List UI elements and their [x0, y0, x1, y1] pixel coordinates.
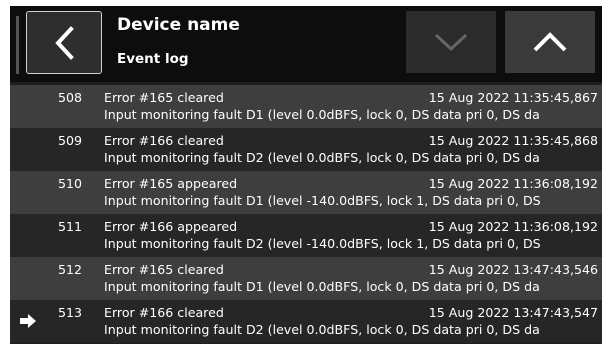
event-log-screen: Device name Event log 508 Error #165 cle… — [10, 6, 602, 344]
event-timestamp: 15 Aug 2022 11:36:08,192 — [428, 176, 598, 191]
chevron-left-icon — [55, 25, 74, 60]
log-row[interactable]: 508 Error #165 cleared 15 Aug 2022 11:35… — [10, 85, 602, 128]
event-timestamp: 15 Aug 2022 11:36:08,192 — [428, 219, 598, 234]
event-number: 512 — [58, 262, 83, 277]
event-timestamp: 15 Aug 2022 13:47:43,546 — [428, 262, 598, 277]
log-row[interactable]: 511 Error #166 appeared 15 Aug 2022 11:3… — [10, 214, 602, 257]
scroll-down-button[interactable] — [406, 11, 496, 73]
event-description: Input monitoring fault D2 (level 0.0dBFS… — [104, 322, 540, 337]
device-name-title: Device name — [117, 15, 240, 35]
page-subtitle: Event log — [117, 51, 189, 67]
event-number: 510 — [58, 176, 83, 191]
event-timestamp: 15 Aug 2022 11:35:45,867 — [428, 90, 598, 105]
event-description: Input monitoring fault D2 (level 0.0dBFS… — [104, 150, 540, 165]
event-title: Error #166 cleared — [104, 133, 224, 148]
event-description: Input monitoring fault D1 (level 0.0dBFS… — [104, 279, 540, 294]
event-number: 513 — [58, 305, 83, 320]
event-title: Error #165 appeared — [104, 176, 238, 191]
scroll-up-button[interactable] — [505, 11, 595, 73]
header-bar: Device name Event log — [10, 6, 602, 82]
log-row[interactable]: 512 Error #165 cleared 15 Aug 2022 13:47… — [10, 257, 602, 300]
header-accent-bar — [16, 16, 19, 74]
back-button[interactable] — [26, 11, 102, 74]
chevron-up-icon — [533, 32, 567, 52]
event-description: Input monitoring fault D1 (level 0.0dBFS… — [104, 107, 540, 122]
log-row[interactable]: 509 Error #166 cleared 15 Aug 2022 11:35… — [10, 128, 602, 171]
event-timestamp: 15 Aug 2022 11:35:45,868 — [428, 133, 598, 148]
event-log-list[interactable]: 508 Error #165 cleared 15 Aug 2022 11:35… — [10, 85, 602, 344]
event-title: Error #166 appeared — [104, 219, 238, 234]
event-number: 509 — [58, 133, 83, 148]
event-title: Error #165 cleared — [104, 90, 224, 105]
event-description: Input monitoring fault D1 (level -140.0d… — [104, 193, 541, 208]
event-number: 508 — [58, 90, 83, 105]
event-number: 511 — [58, 219, 83, 234]
log-row-current[interactable]: 513 Error #166 cleared 15 Aug 2022 13:47… — [10, 300, 602, 343]
event-timestamp: 15 Aug 2022 13:47:43,547 — [428, 305, 598, 320]
log-row[interactable]: 510 Error #165 appeared 15 Aug 2022 11:3… — [10, 171, 602, 214]
event-title: Error #165 cleared — [104, 262, 224, 277]
event-description: Input monitoring fault D2 (level -140.0d… — [104, 236, 541, 251]
event-title: Error #166 cleared — [104, 305, 224, 320]
chevron-down-icon — [434, 33, 468, 52]
arrow-right-icon — [20, 314, 36, 328]
